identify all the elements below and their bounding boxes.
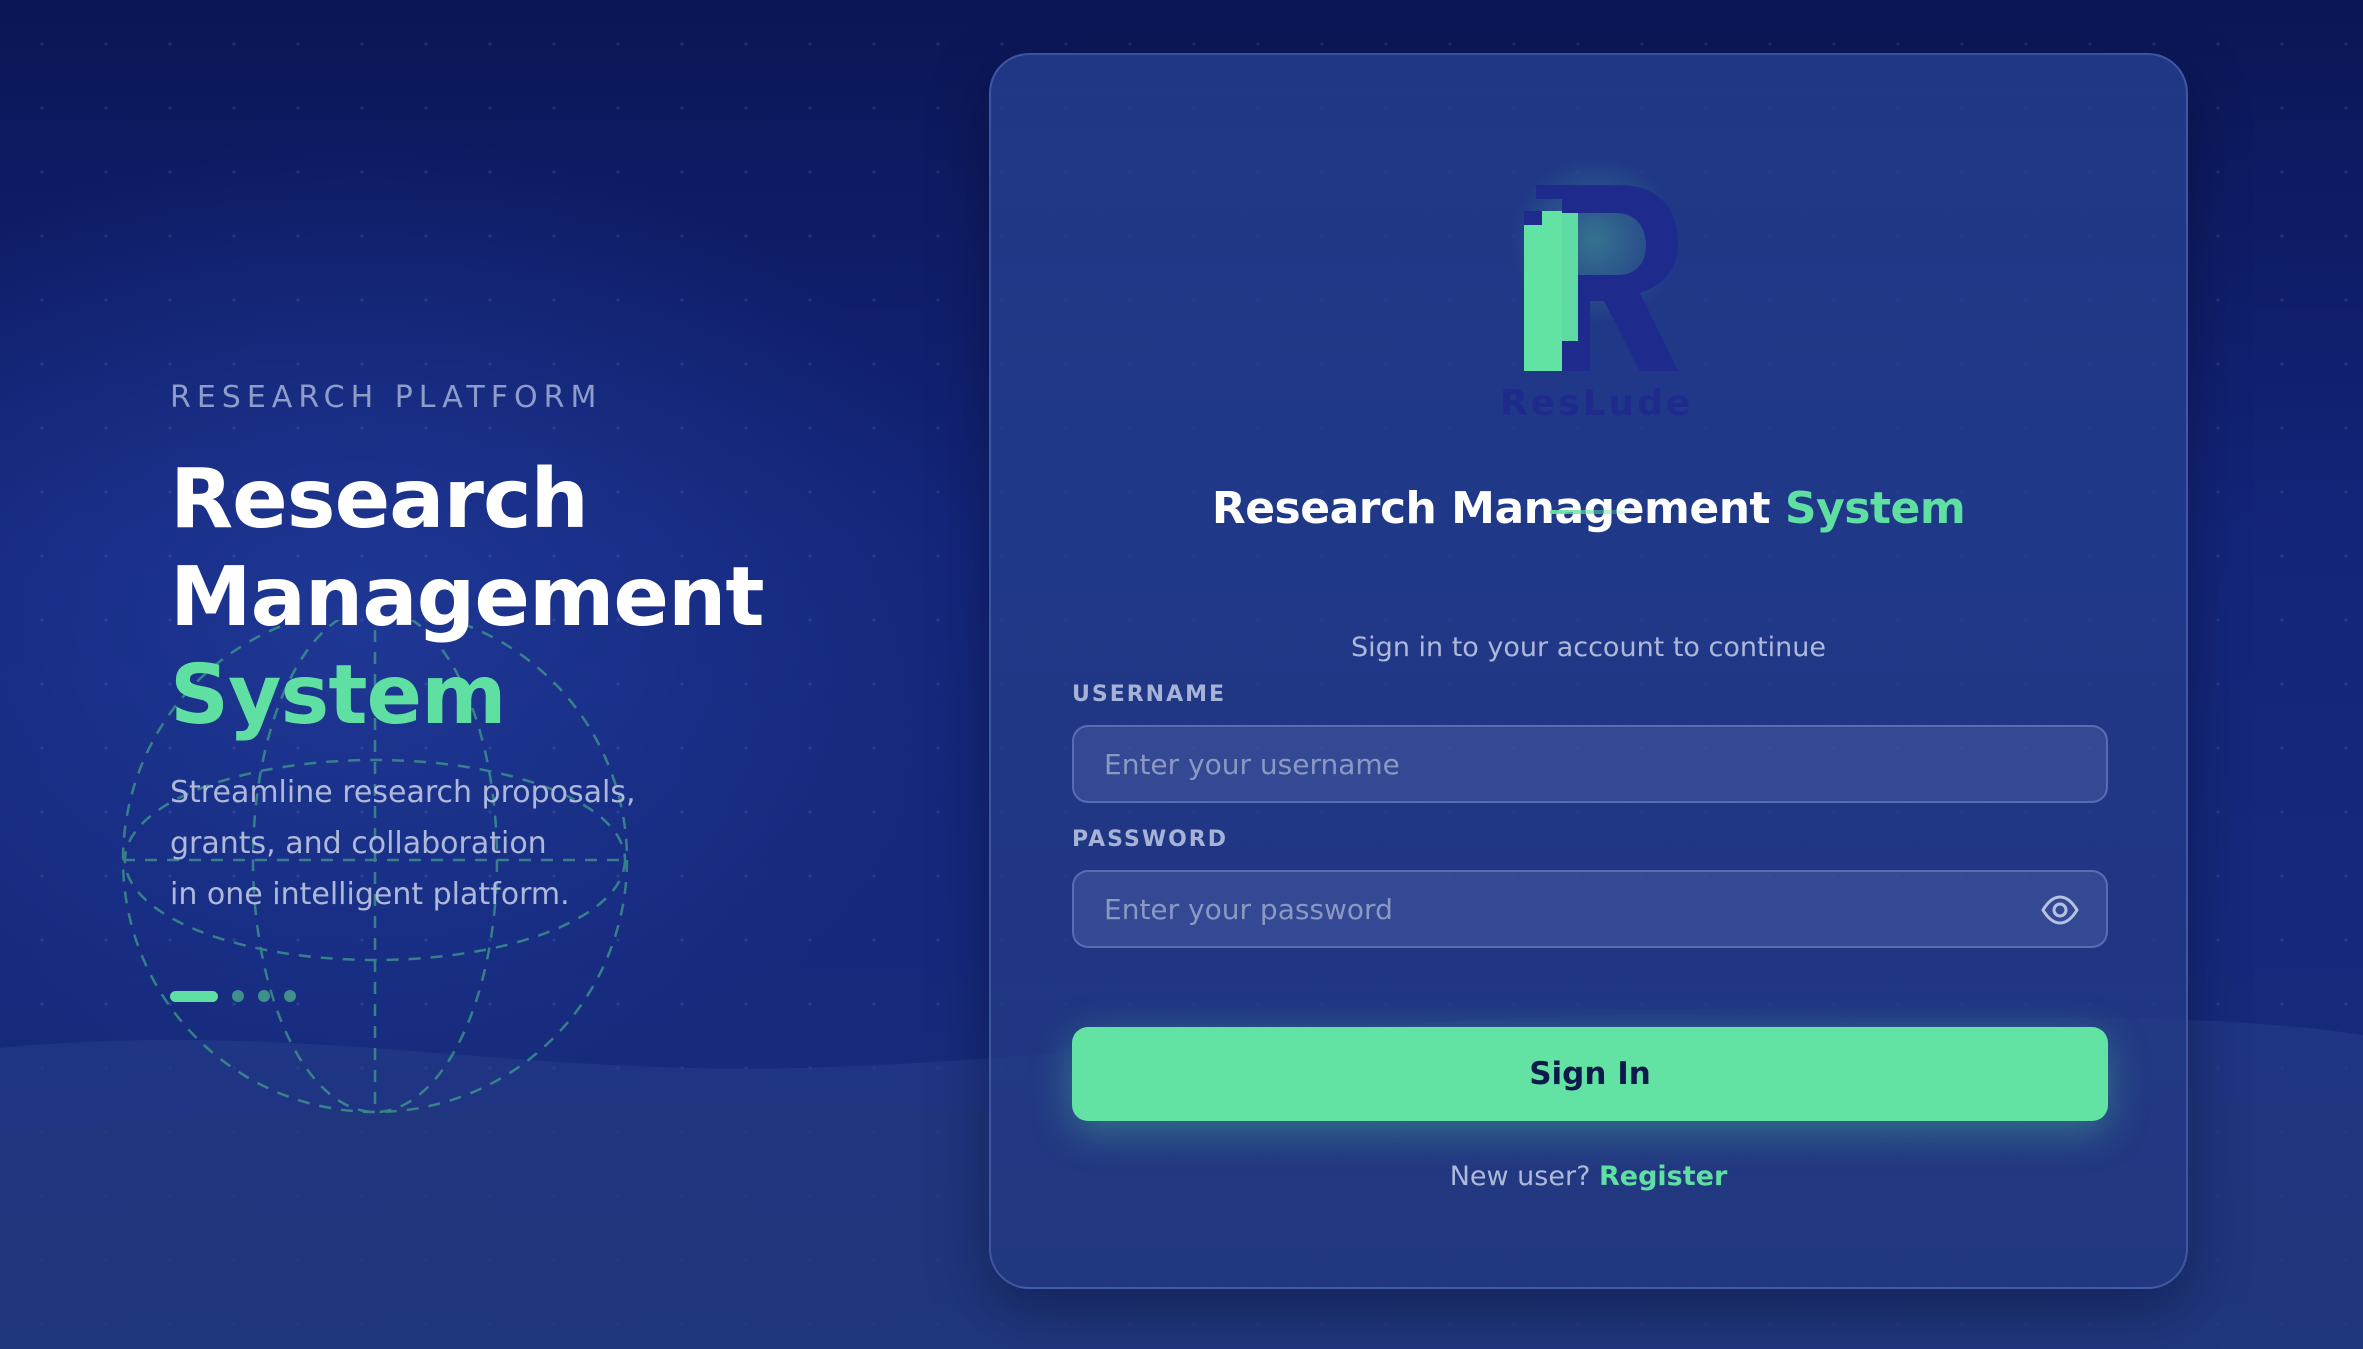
hero-desc-line-1: Streamline research proposals,: [170, 775, 636, 810]
card-title-accent: System: [1784, 483, 1966, 534]
brand-logo: ResLude: [1500, 155, 1690, 435]
title-underline: [1550, 510, 1628, 514]
carousel-dot[interactable]: [258, 990, 270, 1002]
password-input[interactable]: [1074, 872, 2106, 946]
reslude-logo-icon: [1524, 185, 1678, 371]
hero-title: Research Management System: [170, 451, 850, 745]
username-input[interactable]: [1074, 727, 2106, 801]
password-field[interactable]: [1072, 870, 2108, 948]
hero-eyebrow: RESEARCH PLATFORM: [170, 380, 603, 415]
username-field[interactable]: [1072, 725, 2108, 803]
hero-title-accent: System: [170, 648, 507, 743]
hero-section: RESEARCH PLATFORM Research Management Sy…: [170, 380, 850, 1002]
hero-description: Streamline research proposals, grants, a…: [170, 767, 850, 920]
username-label: USERNAME: [1072, 682, 1227, 707]
carousel-indicator: [170, 990, 850, 1002]
carousel-dot[interactable]: [284, 990, 296, 1002]
hero-title-line-1: Research: [170, 452, 589, 547]
card-title: Research Management System: [991, 483, 2186, 534]
eye-icon[interactable]: [2040, 892, 2080, 928]
password-label: PASSWORD: [1072, 827, 1229, 852]
carousel-dot-active[interactable]: [170, 990, 218, 1002]
login-card: ResLude Research Management System Sign …: [989, 53, 2188, 1289]
register-line: New user? Register: [991, 1161, 2186, 1192]
register-prompt: New user?: [1449, 1161, 1591, 1192]
sign-in-button[interactable]: Sign In: [1072, 1027, 2108, 1121]
card-title-main: Research Management: [1211, 483, 1771, 534]
carousel-dot[interactable]: [232, 990, 244, 1002]
hero-desc-line-2: grants, and collaboration: [170, 826, 547, 861]
hero-title-line-2: Management: [170, 550, 765, 645]
register-link[interactable]: Register: [1599, 1161, 1727, 1192]
card-subtitle: Sign in to your account to continue: [1351, 632, 1826, 663]
brand-name: ResLude: [1500, 383, 1694, 424]
hero-desc-line-3: in one intelligent platform.: [170, 877, 570, 912]
